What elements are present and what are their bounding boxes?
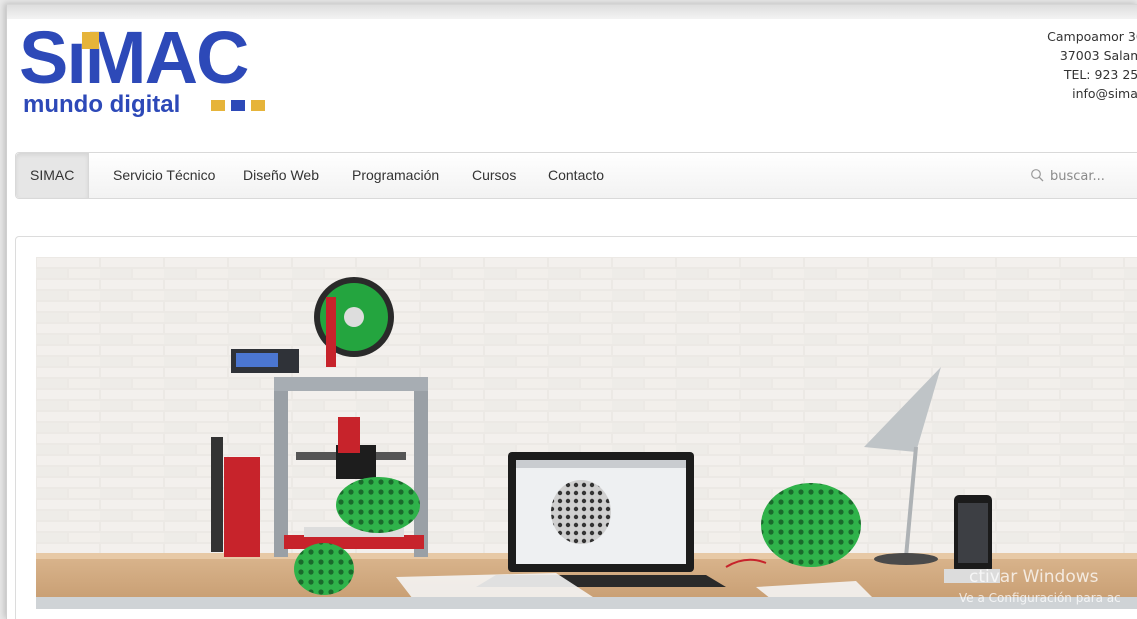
nav-item-diseno-web[interactable]: Diseño Web (243, 153, 319, 198)
search-icon (1031, 169, 1044, 182)
page: SıMAC mundo digital Campoamor 30, lo 370… (6, 4, 1137, 619)
logo-square-3 (251, 100, 265, 111)
contact-address-line1: Campoamor 30, lo (1047, 29, 1137, 44)
content-panel (15, 236, 1137, 619)
nav-item-programacion[interactable]: Programación (352, 153, 439, 198)
hero-image (36, 257, 1137, 609)
site-logo[interactable]: SıMAC mundo digital (19, 21, 289, 119)
contact-phone: TEL: 923 256 (1063, 67, 1137, 82)
logo-tagline: mundo digital (23, 91, 181, 118)
nav-item-cursos[interactable]: Cursos (472, 153, 516, 198)
main-nav: SIMAC Servicio Técnico Diseño Web Progra… (15, 152, 1137, 199)
search-input[interactable] (1050, 165, 1137, 187)
logo-wordmark: SıMAC (19, 16, 249, 99)
logo-square-1 (211, 100, 225, 111)
search-box[interactable] (1030, 165, 1137, 187)
logo-i-dot (82, 32, 99, 49)
contact-address-line2: 37003 Salama (1059, 48, 1137, 63)
hero-caption-bar (36, 597, 1137, 609)
laptop (476, 452, 726, 587)
hero-scene (36, 257, 1137, 609)
contact-info: Campoamor 30, lo 37003 Salama TEL: 923 2… (1010, 27, 1137, 103)
logo-square-2 (231, 100, 245, 111)
nav-item-simac[interactable]: SIMAC (16, 153, 90, 198)
nav-item-contacto[interactable]: Contacto (548, 153, 604, 198)
contact-email[interactable]: info@sima (1010, 84, 1137, 103)
nav-item-servicio-tecnico[interactable]: Servicio Técnico (113, 153, 215, 198)
